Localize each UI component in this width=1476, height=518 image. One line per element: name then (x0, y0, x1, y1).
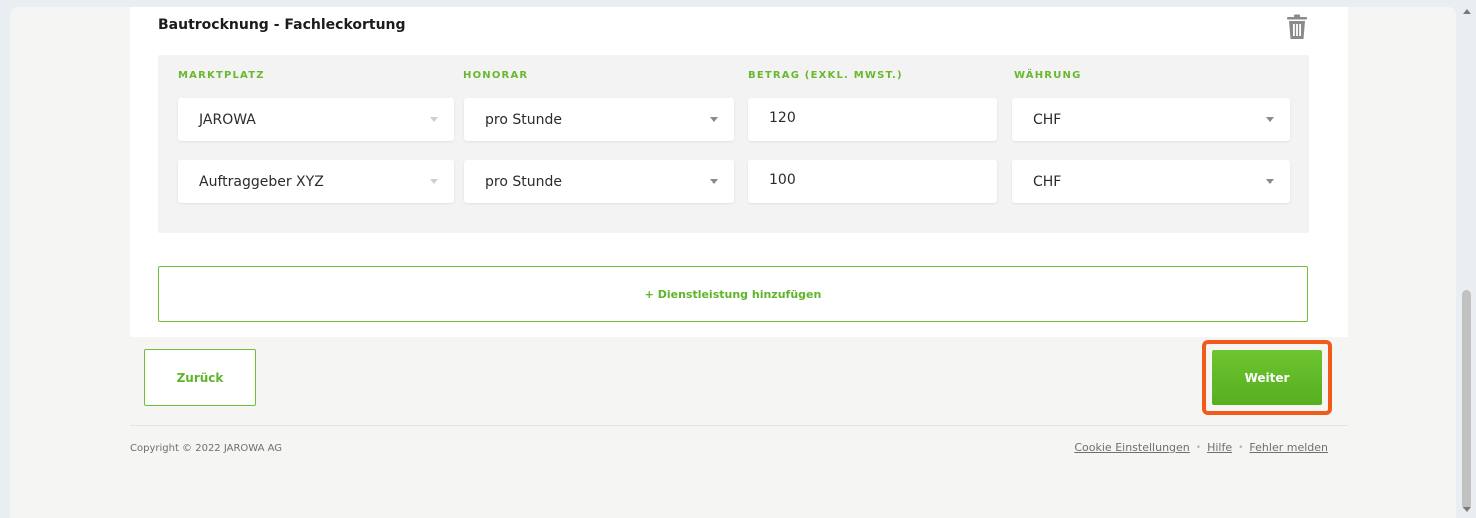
currency-select[interactable]: CHF (1012, 160, 1290, 203)
fee-value: pro Stunde (485, 111, 562, 128)
back-button[interactable]: Zurück (144, 349, 256, 406)
header-fee: HONORAR (463, 70, 529, 81)
header-marketplace: MARKTPLATZ (178, 70, 265, 81)
chevron-down-icon (430, 179, 438, 184)
pricing-table: MARKTPLATZ HONORAR BETRAG (EXKL. MWST.) … (158, 55, 1309, 233)
trash-icon[interactable] (1286, 14, 1308, 40)
marketplace-select[interactable]: Auftraggeber XYZ (178, 160, 454, 203)
currency-value: CHF (1033, 111, 1062, 128)
separator-dot: • (1195, 442, 1202, 453)
separator-dot: • (1238, 442, 1244, 453)
chevron-down-icon (1266, 179, 1274, 184)
marketplace-select[interactable]: JAROWA (178, 98, 454, 141)
scroll-up-arrow-icon[interactable] (1463, 9, 1471, 14)
add-service-button[interactable]: + Dienstleistung hinzufügen (158, 266, 1308, 322)
amount-input[interactable]: 120 (748, 98, 997, 141)
vertical-scrollbar[interactable] (1458, 0, 1476, 518)
footer-links: Cookie Einstellungen • Hilfe • Fehler me… (1074, 441, 1328, 454)
amount-value: 120 (769, 109, 796, 126)
chevron-down-icon (710, 179, 718, 184)
fee-value: pro Stunde (485, 173, 562, 190)
help-link[interactable]: Hilfe (1207, 441, 1232, 454)
chevron-down-icon (710, 117, 718, 122)
header-amount: BETRAG (EXKL. MWST.) (748, 70, 903, 81)
chevron-down-icon (430, 117, 438, 122)
page-viewport: Bautrocknung - Fachleckortung MARKTPLATZ… (10, 7, 1456, 518)
fee-select[interactable]: pro Stunde (464, 98, 734, 141)
scroll-down-arrow-icon[interactable] (1463, 507, 1471, 512)
currency-value: CHF (1033, 173, 1062, 190)
marketplace-value: JAROWA (199, 111, 256, 128)
footer-divider (130, 425, 1348, 426)
cookie-settings-link[interactable]: Cookie Einstellungen (1074, 441, 1189, 454)
amount-value: 100 (769, 171, 796, 188)
next-button[interactable]: Weiter (1212, 350, 1322, 405)
amount-input[interactable]: 100 (748, 160, 997, 203)
marketplace-value: Auftraggeber XYZ (199, 173, 324, 190)
fee-select[interactable]: pro Stunde (464, 160, 734, 203)
header-currency: WÄHRUNG (1014, 70, 1082, 81)
report-error-link[interactable]: Fehler melden (1249, 441, 1328, 454)
currency-select[interactable]: CHF (1012, 98, 1290, 141)
service-card: Bautrocknung - Fachleckortung MARKTPLATZ… (130, 7, 1348, 337)
scrollbar-thumb[interactable] (1462, 290, 1471, 510)
copyright-text: Copyright © 2022 JAROWA AG (130, 443, 283, 454)
service-title: Bautrocknung - Fachleckortung (158, 17, 406, 33)
chevron-down-icon (1266, 117, 1274, 122)
